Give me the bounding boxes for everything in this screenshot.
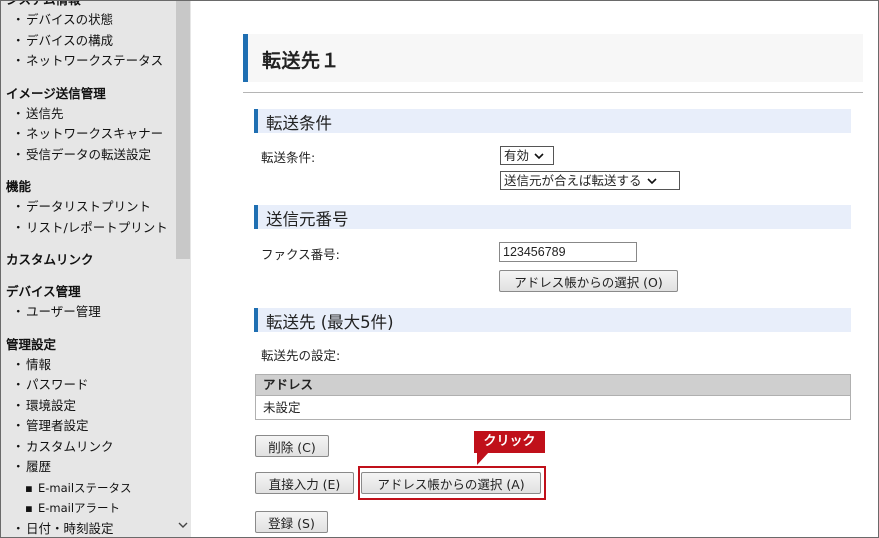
bullet-icon: ・ bbox=[12, 12, 25, 27]
sidebar-item-history[interactable]: ・履歴 bbox=[1, 457, 175, 478]
address-table: アドレス 未設定 bbox=[255, 374, 851, 420]
sidebar-item-label: 履歴 bbox=[26, 459, 52, 474]
sidebar-section-system-info[interactable]: システム情報 bbox=[1, 1, 175, 10]
square-bullet-icon: ▪ bbox=[25, 501, 33, 515]
table-row[interactable]: 未設定 bbox=[256, 396, 850, 419]
sidebar: システム情報 ・デバイスの状態 ・デバイスの構成 ・ネットワークステータス イメ… bbox=[1, 1, 191, 538]
sidebar-item-password[interactable]: ・パスワード bbox=[1, 375, 175, 396]
section-heading-sender-number: 送信元番号 bbox=[254, 205, 851, 229]
select-value: 有効 bbox=[504, 148, 530, 163]
sidebar-item-device-config[interactable]: ・デバイスの構成 bbox=[1, 31, 175, 52]
sidebar-section-admin-settings[interactable]: 管理設定 bbox=[1, 335, 175, 355]
main-content: 転送先１ 転送条件 転送条件: 有効 送信元が合えば転送する 送信元番号 ファク… bbox=[191, 1, 878, 537]
bullet-icon: ・ bbox=[12, 126, 25, 141]
sidebar-item-info[interactable]: ・情報 bbox=[1, 355, 175, 376]
section-heading-text: 転送先 (最大5件) bbox=[266, 313, 394, 332]
chevron-down-icon bbox=[646, 172, 657, 189]
select-value: 送信元が合えば転送する bbox=[504, 173, 642, 188]
sidebar-item-data-list-print[interactable]: ・データリストプリント bbox=[1, 197, 175, 218]
sidebar-item-label: データリストプリント bbox=[26, 199, 152, 214]
sender-address-book-button[interactable]: アドレス帳からの選択 (O) bbox=[499, 270, 678, 292]
sidebar-item-label: 管理者設定 bbox=[26, 418, 89, 433]
title-divider bbox=[243, 92, 863, 93]
sidebar-item-network-status[interactable]: ・ネットワークステータス bbox=[1, 51, 175, 72]
bullet-icon: ・ bbox=[12, 219, 25, 235]
sidebar-item-device-status[interactable]: ・デバイスの状態 bbox=[1, 10, 175, 31]
sidebar-item-environment[interactable]: ・環境設定 bbox=[1, 396, 175, 417]
sidebar-scrollbar[interactable] bbox=[175, 1, 191, 537]
sidebar-item-network-scanner[interactable]: ・ネットワークスキャナー bbox=[1, 124, 175, 145]
window-frame: システム情報 ・デバイスの状態 ・デバイスの構成 ・ネットワークステータス イメ… bbox=[0, 0, 879, 538]
section-heading-destination: 転送先 (最大5件) bbox=[254, 308, 851, 332]
sidebar-item-label: 情報 bbox=[26, 356, 52, 372]
bullet-icon: ・ bbox=[12, 459, 25, 474]
sidebar-item-label: E-mailアラート bbox=[38, 501, 121, 515]
scrollbar-thumb[interactable] bbox=[176, 1, 190, 259]
sidebar-item-label: ネットワークステータス bbox=[26, 53, 164, 68]
bullet-icon: ・ bbox=[12, 146, 25, 162]
sidebar-item-label: デバイスの状態 bbox=[26, 12, 114, 27]
bullet-icon: ・ bbox=[12, 418, 25, 433]
bullet-icon: ・ bbox=[12, 105, 25, 121]
bullet-icon: ・ bbox=[12, 199, 25, 214]
bullet-icon: ・ bbox=[12, 377, 25, 392]
sidebar-item-label: ユーザー管理 bbox=[26, 304, 101, 319]
scroll-down-icon[interactable] bbox=[175, 517, 191, 533]
bullet-icon: ・ bbox=[12, 32, 25, 48]
destination-setting-label: 転送先の設定: bbox=[261, 348, 341, 363]
table-header: アドレス bbox=[256, 375, 850, 396]
sidebar-item-label: リスト/レポートプリント bbox=[26, 219, 168, 235]
sidebar-section-functions[interactable]: 機能 bbox=[1, 177, 175, 197]
sidebar-item-label: 受信データの転送設定 bbox=[26, 146, 152, 162]
bullet-icon: ・ bbox=[12, 397, 25, 413]
bullet-icon: ・ bbox=[12, 356, 25, 372]
sidebar-section-device-management[interactable]: デバイス管理 bbox=[1, 282, 175, 302]
fax-number-input[interactable] bbox=[499, 242, 637, 262]
sidebar-item-date-time[interactable]: ・日付・時刻設定 bbox=[1, 519, 175, 538]
sidebar-item-administrator[interactable]: ・管理者設定 bbox=[1, 416, 175, 437]
section-heading-text: 転送条件 bbox=[266, 114, 332, 133]
sidebar-item-label: ネットワークスキャナー bbox=[26, 126, 164, 141]
square-bullet-icon: ▪ bbox=[25, 480, 33, 495]
sidebar-item-label: デバイスの構成 bbox=[26, 32, 114, 48]
bullet-icon: ・ bbox=[12, 304, 25, 319]
direct-input-button[interactable]: 直接入力 (E) bbox=[255, 472, 354, 494]
sidebar-item-destinations[interactable]: ・送信先 bbox=[1, 104, 175, 125]
sidebar-item-inbound-forwarding[interactable]: ・受信データの転送設定 bbox=[1, 145, 175, 166]
click-highlight-box bbox=[358, 466, 546, 500]
sidebar-item-label: カスタムリンク bbox=[26, 438, 114, 454]
fax-number-label: ファクス番号: bbox=[261, 247, 340, 262]
sidebar-item-label: 環境設定 bbox=[26, 397, 77, 413]
sidebar-item-label: 送信先 bbox=[26, 105, 64, 121]
page-title-bar: 転送先１ bbox=[243, 34, 863, 82]
sidebar-item-custom-link[interactable]: ・カスタムリンク bbox=[1, 437, 175, 458]
sidebar-section-custom-link[interactable]: カスタムリンク bbox=[1, 250, 175, 270]
sidebar-menu: システム情報 ・デバイスの状態 ・デバイスの構成 ・ネットワークステータス イメ… bbox=[1, 1, 175, 538]
sidebar-subitem-email-status[interactable]: ▪ E-mailステータス bbox=[1, 478, 175, 499]
callout-pointer bbox=[477, 452, 489, 465]
sidebar-item-label: 日付・時刻設定 bbox=[26, 520, 114, 536]
sidebar-subitem-email-alert[interactable]: ▪ E-mailアラート bbox=[1, 498, 175, 519]
bullet-icon: ・ bbox=[12, 520, 25, 536]
page-title: 転送先１ bbox=[262, 50, 341, 72]
section-heading-text: 送信元番号 bbox=[266, 210, 349, 229]
delete-button[interactable]: 削除 (C) bbox=[255, 435, 329, 457]
register-button[interactable]: 登録 (S) bbox=[255, 511, 328, 533]
sidebar-item-report-print[interactable]: ・リスト/レポートプリント bbox=[1, 218, 175, 239]
section-heading-transfer-condition: 転送条件 bbox=[254, 109, 851, 133]
click-callout: クリック bbox=[474, 431, 545, 453]
sidebar-section-image-send[interactable]: イメージ送信管理 bbox=[1, 84, 175, 104]
bullet-icon: ・ bbox=[12, 438, 25, 454]
sidebar-item-user-management[interactable]: ・ユーザー管理 bbox=[1, 302, 175, 323]
transfer-condition-label: 転送条件: bbox=[261, 150, 316, 165]
chevron-down-icon bbox=[534, 147, 544, 164]
sidebar-item-label: パスワード bbox=[26, 377, 89, 392]
transfer-mode-select[interactable]: 送信元が合えば転送する bbox=[500, 171, 680, 190]
transfer-enable-select[interactable]: 有効 bbox=[500, 146, 554, 165]
bullet-icon: ・ bbox=[12, 53, 25, 68]
sidebar-item-label: E-mailステータス bbox=[38, 480, 132, 495]
